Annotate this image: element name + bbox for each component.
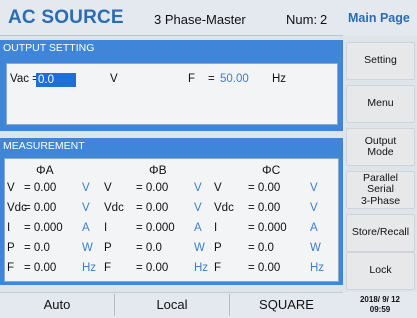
output-mode-button[interactable]: Output Mode [346, 128, 415, 166]
lock-button[interactable]: Lock [346, 252, 415, 290]
row-i-unit-b: A [194, 222, 202, 234]
output-setting-title: OUTPUT SETTING [0, 40, 343, 57]
row-p-value-a: = 0.0 [24, 242, 50, 254]
row-p-label-b: P [104, 242, 112, 254]
row-v-label-c: V [214, 182, 222, 194]
phase-a-header: ΦA [36, 163, 54, 177]
row-p-label-a: P [7, 242, 15, 254]
row-i-value-c: = 0.000 [248, 222, 287, 234]
control-status: Local [156, 297, 188, 312]
row-vdc-unit-c: V [310, 202, 318, 214]
row-p-value-c: = 0.0 [248, 242, 274, 254]
row-p-unit-b: W [194, 242, 205, 254]
vac-input[interactable]: 0.0 [36, 73, 76, 87]
menu-button[interactable]: Menu [346, 85, 415, 123]
row-vdc-value-b: = 0.00 [136, 202, 169, 214]
row-v-unit-a: V [82, 182, 90, 194]
row-vdc-unit-a: V [82, 202, 90, 214]
row-f-label-a: F [7, 262, 15, 274]
parallel-button-label-3: 3-Phase [360, 194, 401, 207]
mode-indicator: 3 Phase-Master [154, 12, 246, 27]
row-i-value-b: = 0.000 [136, 222, 175, 234]
row-f-unit-c: Hz [310, 262, 325, 274]
setting-button-label: Setting [364, 54, 397, 67]
row-v-label-a: V [7, 182, 15, 194]
row-i-label-a: I [7, 222, 11, 234]
lock-button-label: Lock [369, 264, 392, 277]
store-recall-button[interactable]: Store/Recall [346, 214, 415, 252]
row-vdc-label-c: Vdc [214, 202, 234, 214]
waveform-status: SQUARE [259, 297, 314, 312]
phase-c-header: ΦC [262, 163, 281, 177]
row-v-unit-c: V [310, 182, 318, 194]
row-v-value-b: = 0.00 [136, 182, 169, 194]
date-text: 2018/ 9/ 12 [359, 295, 401, 304]
frequency-input[interactable]: 50.00 [220, 73, 249, 85]
app-title: AC SOURCE [8, 7, 124, 28]
row-vdc-value-a: = 0.00 [24, 202, 57, 214]
row-i-value-a: = 0.000 [24, 222, 63, 234]
frequency-equals: = [208, 73, 215, 85]
row-p-unit-c: W [310, 242, 321, 254]
row-f-value-c: = 0.00 [248, 262, 281, 274]
row-p-value-b: = 0.0 [136, 242, 162, 254]
phase-b-header: ΦB [149, 163, 167, 177]
datetime-display: 2018/ 9/ 12 09:59 [343, 292, 417, 318]
row-i-unit-c: A [310, 222, 318, 234]
row-vdc-unit-b: V [194, 202, 202, 214]
row-p-label-c: P [214, 242, 222, 254]
row-v-label-b: V [104, 182, 112, 194]
vac-label: Vac = [10, 73, 39, 85]
row-f-label-b: F [104, 262, 112, 274]
parallel-button-label-2: Serial [367, 183, 394, 196]
measurement-title: MEASUREMENT [0, 138, 343, 155]
parallel-serial-3phase-button[interactable]: Parallel Serial 3-Phase [346, 171, 415, 209]
row-vdc-label-b: Vdc [104, 202, 124, 214]
setting-button[interactable]: Setting [346, 42, 415, 80]
menu-button-label: Menu [367, 97, 394, 110]
row-f-label-c: F [214, 262, 222, 274]
row-f-value-b: = 0.00 [136, 262, 169, 274]
time-text: 09:59 [369, 305, 391, 314]
store-recall-button-label: Store/Recall [351, 226, 410, 239]
unit-number-label: Num: [286, 12, 318, 27]
row-v-unit-b: V [194, 182, 202, 194]
vac-unit: V [110, 73, 118, 85]
row-vdc-value-c: = 0.00 [248, 202, 281, 214]
row-v-value-a: = 0.00 [24, 182, 57, 194]
frequency-unit: Hz [272, 73, 287, 85]
row-i-unit-a: A [82, 222, 90, 234]
run-mode-status: Auto [43, 297, 71, 312]
row-i-label-b: I [104, 222, 108, 234]
unit-number-value: 2 [320, 12, 328, 27]
row-f-unit-a: Hz [82, 262, 97, 274]
row-p-unit-a: W [82, 242, 93, 254]
frequency-label: F [188, 73, 196, 85]
row-f-value-a: = 0.00 [24, 262, 57, 274]
output-mode-button-label-2: Mode [367, 146, 394, 158]
row-v-value-c: = 0.00 [248, 182, 281, 194]
sidebar-title: Main Page [343, 0, 417, 36]
row-f-unit-b: Hz [194, 262, 209, 274]
row-i-label-c: I [214, 222, 218, 234]
